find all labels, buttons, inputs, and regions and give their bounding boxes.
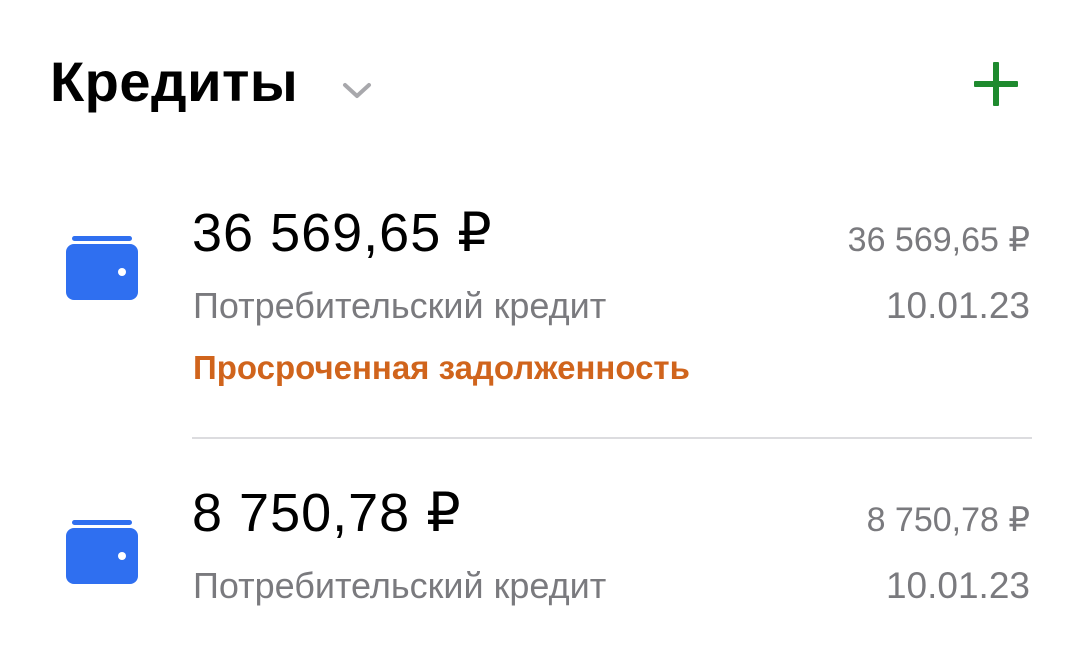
credits-screen: Кредиты 36 569,65 ₽ Потребительский кред… [0, 0, 1080, 669]
chevron-down-icon[interactable] [340, 76, 374, 104]
credit-type: Потребительский кредит [193, 565, 607, 606]
credit-date: 10.01.23 [885, 565, 1030, 606]
credit-type: Потребительский кредит [193, 285, 607, 326]
credit-side-amount: 8 750,78 ₽ [866, 501, 1030, 539]
plus-icon[interactable] [970, 58, 1022, 110]
credit-side-amount: 36 569,65 ₽ [847, 221, 1030, 259]
overdue-status: Просроченная задолженность [193, 349, 690, 386]
credit-amount: 36 569,65 ₽ [192, 203, 493, 263]
divider [192, 437, 1032, 439]
credit-amount: 8 750,78 ₽ [192, 483, 462, 543]
page-title: Кредиты [50, 50, 299, 113]
wallet-icon [66, 520, 138, 584]
credit-item[interactable]: 36 569,65 ₽ Потребительский кредит Проср… [0, 190, 1080, 440]
wallet-icon [66, 236, 138, 300]
credit-date: 10.01.23 [885, 285, 1030, 326]
credit-item[interactable]: 8 750,78 ₽ Потребительский кредит 8 750,… [0, 470, 1080, 660]
